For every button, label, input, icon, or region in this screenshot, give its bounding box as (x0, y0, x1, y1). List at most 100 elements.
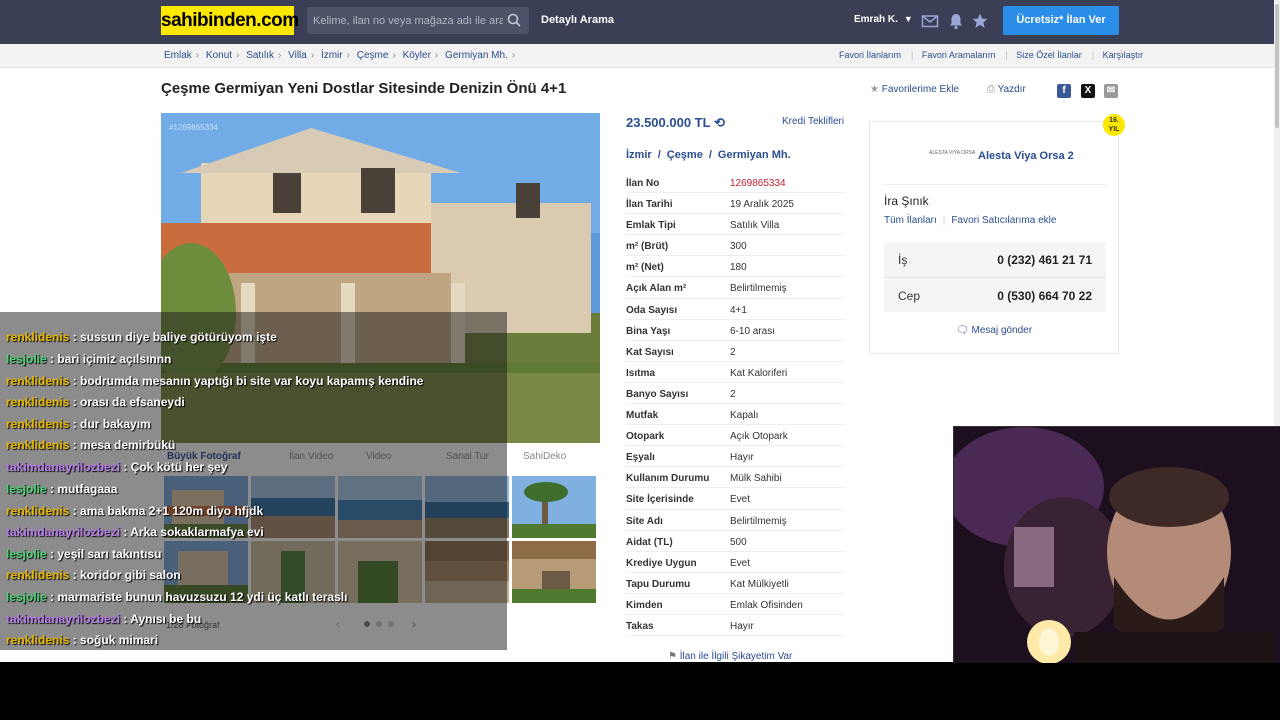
agent-name: İra Şınık (884, 194, 929, 208)
search-box[interactable] (307, 7, 529, 34)
chat-text: : dur bakayım (69, 417, 151, 431)
favorite-searches-link[interactable]: Favori Aramalarım (922, 50, 996, 60)
user-menu[interactable]: Emrah K. ▼ (854, 14, 913, 25)
detail-value: Emlak Ofisinden (730, 599, 803, 611)
location-city[interactable]: İzmir (626, 149, 652, 161)
phone-row-work: İş 0 (232) 461 21 71 (884, 242, 1106, 277)
detail-key: Isıtma (626, 367, 655, 379)
credit-offers-link[interactable]: Kredi Teklifleri (782, 116, 844, 127)
detail-row: m² (Net) 180 (626, 256, 844, 278)
chat-text: : ama bakma 2+1 120m diyo hfjdk (69, 504, 264, 518)
favorite-label: Favorilerime Ekle (881, 84, 959, 95)
search-input[interactable] (313, 7, 503, 34)
user-name: Emrah K. (854, 14, 898, 25)
print-button[interactable]: ⎙ Yazdır (987, 84, 1026, 95)
detail-value: 180 (730, 262, 747, 274)
detail-row: Isıtma Kat Kaloriferi (626, 362, 844, 383)
phone-number[interactable]: 0 (232) 461 21 71 (997, 253, 1092, 267)
favorite-seller-link[interactable]: Favori Satıcılarıma ekle (951, 215, 1056, 226)
detail-key: Tapu Durumu (626, 578, 691, 590)
star-icon: ★ (870, 84, 879, 95)
chat-nick: renklidenis (6, 395, 70, 409)
chat-nick: renklidenis (6, 438, 70, 452)
detail-key: Site İçerisinde (626, 494, 694, 506)
breadcrumb-item[interactable]: Satılık (246, 50, 274, 61)
chat-message: lesjolie : mutfagaaa (6, 482, 117, 496)
detail-row: Takas Hayır (626, 615, 844, 637)
detail-value: 2 (730, 388, 736, 400)
detail-value: Evet (730, 494, 751, 506)
facebook-icon[interactable]: f (1057, 84, 1071, 98)
scrollbar-thumb[interactable] (1275, 4, 1279, 128)
chat-nick: lesjolie (6, 547, 47, 561)
chat-nick: renklidenis (6, 330, 70, 344)
send-message-button[interactable]: 🗨 Mesaj gönder (956, 325, 1032, 336)
store-name-link[interactable]: Alesta Viya Orsa 2 (978, 150, 1074, 162)
detail-value: Kapalı (730, 410, 759, 422)
breadcrumb-item[interactable]: Köyler (403, 50, 431, 61)
chat-nick: lesjolie (6, 590, 47, 604)
chat-nick: takimdanayrilozbezi (6, 460, 121, 474)
price-history-icon[interactable]: ⟲ (714, 115, 725, 130)
bell-icon[interactable] (947, 12, 965, 30)
flag-icon: ⚑ (668, 651, 677, 662)
store-logo[interactable]: ALESTA VIYA ORSA (929, 150, 975, 156)
detail-value: Kat Mülkiyetli (730, 578, 789, 590)
chat-message: renklidenis : mesa demirbükü (6, 438, 175, 452)
chat-text: : Arka sokaklarmafya evi (120, 525, 264, 539)
all-listings-link[interactable]: Tüm İlanları (884, 215, 937, 226)
webcam-overlay (953, 426, 1280, 663)
chat-nick: takimdanayrilozbezi (6, 525, 121, 539)
search-icon[interactable] (507, 13, 521, 27)
site-logo[interactable]: sahibinden.com (161, 6, 299, 35)
detail-key: Site Adı (626, 515, 663, 527)
thumbnail[interactable] (512, 541, 596, 603)
chat-nick: renklidenis (6, 633, 70, 647)
detail-value: 4+1 (730, 304, 747, 316)
chat-message: takimdanayrilozbezi : Çok kötü her şey (6, 460, 227, 474)
detail-key: Açık Alan m² (626, 283, 687, 295)
chat-text: : bodrumda mesanın yaptığı bi site var k… (69, 374, 424, 388)
phone-box: İş 0 (232) 461 21 71 Cep 0 (530) 664 70 22 (884, 242, 1106, 312)
breadcrumb-item[interactable]: Konut (206, 50, 232, 61)
tab-sahideko[interactable]: SahiDeko (523, 451, 566, 462)
detail-row: Kimden Emlak Ofisinden (626, 594, 844, 615)
special-listings-link[interactable]: Size Özel İlanlar (1016, 50, 1082, 60)
breadcrumb-item[interactable]: Çeşme (357, 50, 389, 61)
email-share-icon[interactable]: ✉ (1104, 84, 1118, 98)
chat-nick: lesjolie (6, 352, 47, 366)
post-listing-button[interactable]: Ücretsiz* İlan Ver (1003, 6, 1119, 35)
stream-chat-overlay: renklidenis : sussun diye baliye götürüy… (0, 312, 507, 650)
detail-key: Takas (626, 620, 654, 632)
report-listing-link[interactable]: ⚑ İlan ile İlgili Şikayetim Var (668, 651, 792, 662)
favorite-listings-link[interactable]: Favori İlanlarım (839, 50, 901, 60)
chat-message: renklidenis : koridor gibi salon (6, 568, 181, 582)
breadcrumb-item[interactable]: İzmir (321, 50, 343, 61)
add-favorite-button[interactable]: ★ Favorilerime Ekle (870, 84, 959, 95)
detail-key: Bina Yaşı (626, 325, 671, 337)
detail-value: Hayır (730, 620, 754, 632)
location-neighborhood[interactable]: Germiyan Mh. (718, 149, 791, 161)
detail-row: Oda Sayısı 4+1 (626, 299, 844, 320)
advanced-search-link[interactable]: Detaylı Arama (541, 14, 614, 26)
mail-icon[interactable] (921, 12, 939, 30)
detail-row: Aidat (TL) 500 (626, 531, 844, 552)
detail-key: Aidat (TL) (626, 536, 673, 548)
breadcrumb-item[interactable]: Germiyan Mh. (445, 50, 508, 61)
location-district[interactable]: Çeşme (667, 149, 703, 161)
compare-link[interactable]: Karşılaştır (1103, 50, 1144, 60)
x-twitter-icon[interactable]: X (1081, 84, 1095, 98)
chat-message: lesjolie : bari içimiz açılsınnn (6, 352, 171, 366)
chat-bubble-icon: 🗨 (956, 325, 969, 336)
membership-years-badge: 16. YIL (1103, 114, 1125, 136)
chat-nick: lesjolie (6, 482, 47, 496)
breadcrumb-item[interactable]: Villa (288, 50, 307, 61)
detail-key: Krediye Uygun (626, 557, 697, 569)
star-icon[interactable] (971, 12, 989, 30)
chat-message: renklidenis : dur bakayım (6, 417, 151, 431)
breadcrumb-item[interactable]: Emlak (164, 50, 192, 61)
chat-text: : marmariste bunun havuzsuzu 12 ydi üç k… (46, 590, 348, 604)
detail-row: m² (Brüt) 300 (626, 235, 844, 257)
phone-number[interactable]: 0 (530) 664 70 22 (997, 289, 1092, 303)
thumbnail[interactable] (512, 476, 596, 538)
